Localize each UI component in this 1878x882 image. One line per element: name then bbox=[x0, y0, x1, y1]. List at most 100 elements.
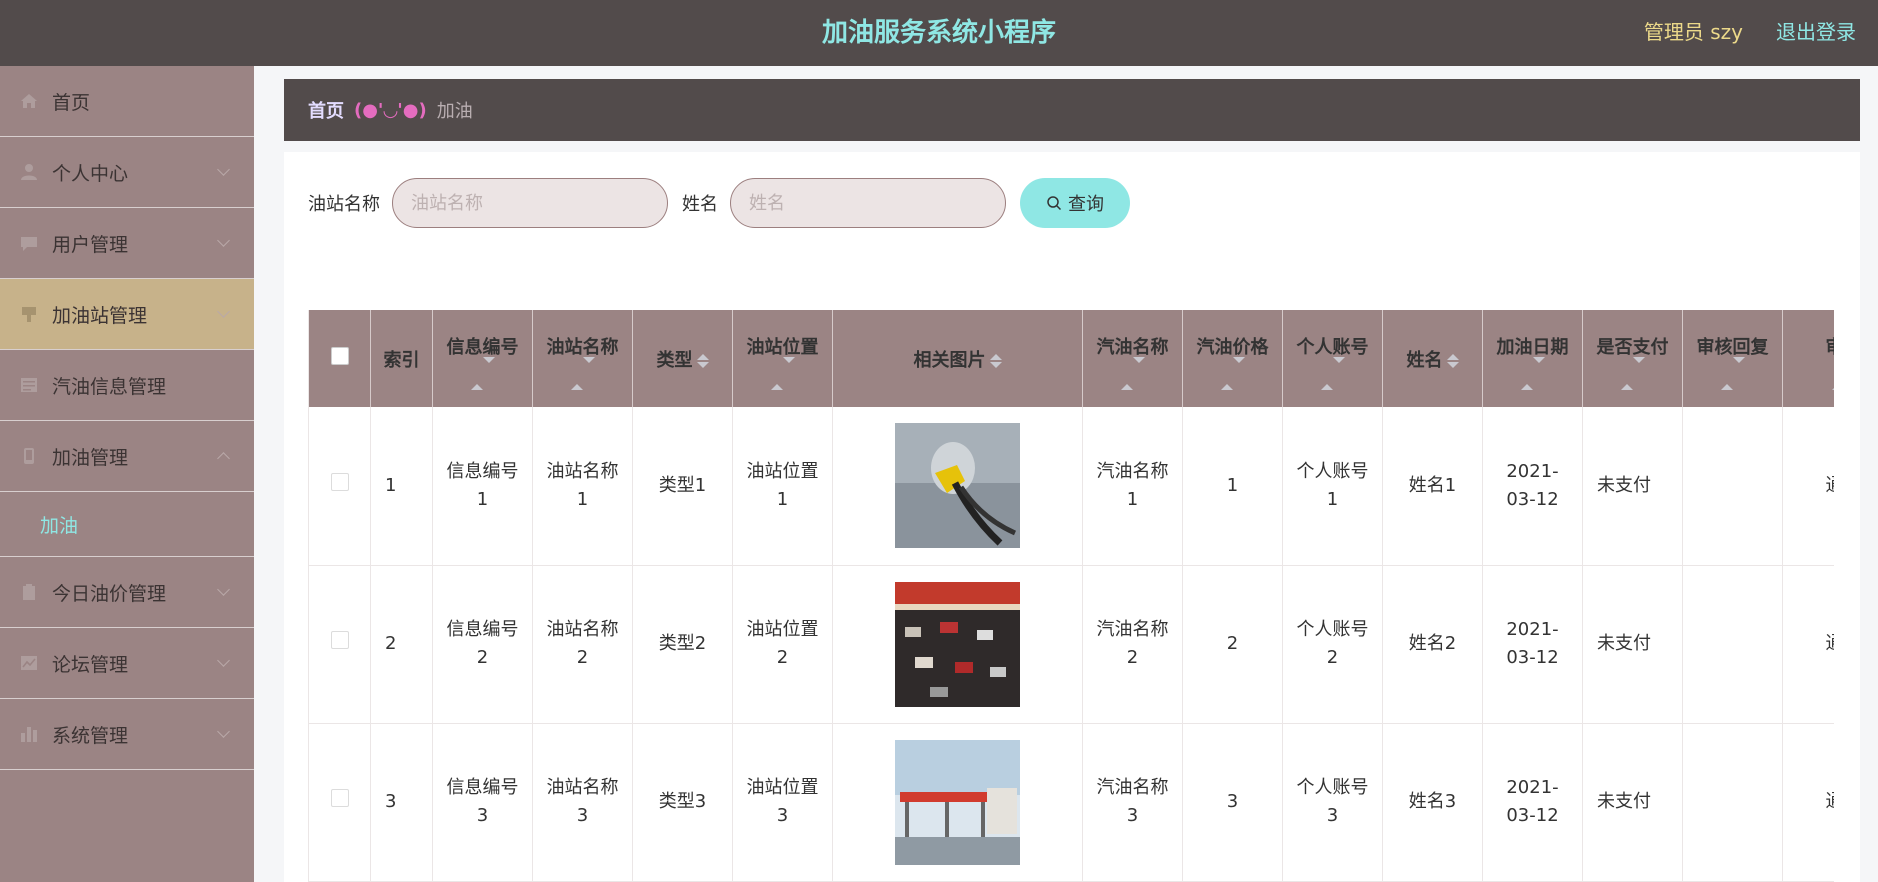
cell-type: 类型2 bbox=[632, 565, 733, 724]
logout-link[interactable]: 退出登录 bbox=[1776, 16, 1856, 45]
sort-icon[interactable] bbox=[1487, 357, 1578, 390]
cell-info-no: 信息编号2 bbox=[432, 565, 533, 724]
column-header[interactable]: 个人账号 bbox=[1282, 310, 1383, 407]
column-header[interactable]: 类型 bbox=[632, 310, 733, 407]
sort-icon[interactable] bbox=[1787, 363, 1834, 390]
cell-account: 个人账号2 bbox=[1282, 565, 1383, 724]
cell-account: 个人账号1 bbox=[1282, 407, 1383, 566]
cell-name: 姓名1 bbox=[1382, 407, 1483, 566]
breadcrumb: 首页 (●'◡'●) 加油 bbox=[284, 79, 1860, 141]
cell-date: 2021-03-12 bbox=[1482, 407, 1583, 566]
app-title: 加油服务系统小程序 bbox=[821, 18, 1056, 48]
cell-reply bbox=[1682, 565, 1783, 724]
sidebar-item-label: 今日油价管理 bbox=[52, 582, 167, 605]
cell-station: 油站名称1 bbox=[532, 407, 633, 566]
cell-index: 2 bbox=[370, 565, 433, 724]
cell-type: 类型1 bbox=[632, 407, 733, 566]
column-header[interactable]: 油站位置 bbox=[732, 310, 833, 407]
cell-info-no: 信息编号1 bbox=[432, 407, 533, 566]
table-row: 1 信息编号1 油站名称1 类型1 油站位置1 汽油名称1 1 个人账号1 姓名… bbox=[308, 407, 1834, 566]
cell-price: 2 bbox=[1182, 565, 1283, 724]
sidebar-subitem-refuel[interactable]: 加油 bbox=[0, 492, 254, 557]
column-header: 索引 bbox=[370, 310, 433, 407]
name-label: 姓名 bbox=[682, 194, 718, 215]
cell-account: 个人账号3 bbox=[1282, 723, 1383, 882]
night-station-photo[interactable] bbox=[895, 581, 1020, 707]
sort-icon[interactable] bbox=[989, 353, 1002, 368]
cell-reply bbox=[1682, 407, 1783, 566]
phone-icon bbox=[20, 447, 38, 465]
chart-icon bbox=[20, 654, 38, 672]
cell-date: 2021-03-12 bbox=[1482, 565, 1583, 724]
sidebar-item-label: 汽油信息管理 bbox=[52, 375, 167, 398]
column-header[interactable]: 汽油价格 bbox=[1182, 310, 1283, 407]
select-all-checkbox[interactable] bbox=[330, 347, 349, 365]
sort-icon[interactable] bbox=[537, 357, 628, 390]
search-button[interactable]: 查询 bbox=[1020, 178, 1130, 228]
sort-icon[interactable] bbox=[1087, 357, 1178, 390]
column-header[interactable]: 姓名 bbox=[1382, 310, 1483, 407]
sidebar-item-system-management[interactable]: 系统管理 bbox=[0, 699, 254, 770]
station-exterior-photo[interactable] bbox=[895, 739, 1020, 865]
column-header[interactable]: 审核回复 bbox=[1682, 310, 1783, 407]
cell-index: 1 bbox=[370, 407, 433, 566]
column-header[interactable]: 审核 bbox=[1782, 310, 1834, 407]
sidebar-item-today-price-management[interactable]: 今日油价管理 bbox=[0, 557, 254, 628]
top-bar: 加油服务系统小程序 管理员 szy 退出登录 bbox=[0, 0, 1878, 66]
station-icon bbox=[20, 305, 38, 323]
row-checkbox[interactable] bbox=[330, 789, 349, 807]
sidebar-item-station-management[interactable]: 加油站管理 bbox=[0, 279, 254, 350]
column-header[interactable]: 信息编号 bbox=[432, 310, 533, 407]
cell-paid: 未支付 bbox=[1582, 565, 1683, 724]
cell-review: 通过 bbox=[1782, 407, 1834, 566]
chevron-down-icon bbox=[217, 725, 230, 738]
sort-icon[interactable] bbox=[1446, 353, 1459, 368]
name-input[interactable] bbox=[730, 178, 1006, 228]
cell-reply bbox=[1682, 723, 1783, 882]
clipboard-icon bbox=[20, 583, 38, 601]
sort-icon[interactable] bbox=[1687, 357, 1778, 390]
sort-icon[interactable] bbox=[737, 357, 828, 390]
cell-paid: 未支付 bbox=[1582, 723, 1683, 882]
sidebar-item-forum-management[interactable]: 论坛管理 bbox=[0, 628, 254, 699]
sort-icon[interactable] bbox=[437, 357, 528, 390]
fuel-nozzle-photo[interactable] bbox=[895, 423, 1020, 549]
sidebar-item-gas-info-management[interactable]: 汽油信息管理 bbox=[0, 350, 254, 421]
column-header[interactable]: 加油日期 bbox=[1482, 310, 1583, 407]
cell-location: 油站位置2 bbox=[732, 565, 833, 724]
column-header[interactable]: 汽油名称 bbox=[1082, 310, 1183, 407]
sort-icon[interactable] bbox=[1287, 357, 1378, 390]
breadcrumb-home[interactable]: 首页 bbox=[308, 97, 344, 123]
cell-image bbox=[832, 565, 1083, 724]
chevron-down-icon bbox=[217, 234, 230, 247]
column-header[interactable]: 是否支付 bbox=[1582, 310, 1683, 407]
row-checkbox[interactable] bbox=[330, 472, 349, 491]
cell-type: 类型3 bbox=[632, 723, 733, 882]
sidebar: 首页 个人中心 用户管理 加油站管理 汽油信息管理 加油管理 加油 今日油价管理… bbox=[0, 66, 254, 882]
sidebar-item-home[interactable]: 首页 bbox=[0, 66, 254, 137]
row-checkbox[interactable] bbox=[330, 631, 349, 649]
chat-icon bbox=[20, 234, 38, 252]
sort-icon[interactable] bbox=[1587, 357, 1678, 390]
sidebar-item-refuel-management[interactable]: 加油管理 bbox=[0, 421, 254, 492]
sidebar-item-label: 用户管理 bbox=[52, 233, 129, 256]
cell-station: 油站名称2 bbox=[532, 565, 633, 724]
cell-gas-name: 汽油名称2 bbox=[1082, 565, 1183, 724]
chevron-up-icon bbox=[217, 452, 230, 465]
cell-review: 通过 bbox=[1782, 723, 1834, 882]
cell-index: 3 bbox=[370, 723, 433, 882]
column-header[interactable]: 油站名称 bbox=[532, 310, 633, 407]
column-header[interactable]: 相关图片 bbox=[832, 310, 1083, 407]
cell-location: 油站位置3 bbox=[732, 723, 833, 882]
sort-icon[interactable] bbox=[696, 353, 709, 368]
station-name-input[interactable] bbox=[392, 178, 668, 228]
cell-image bbox=[832, 723, 1083, 882]
sidebar-item-label: 加油管理 bbox=[52, 446, 129, 469]
sidebar-item-label: 系统管理 bbox=[52, 724, 129, 747]
chevron-down-icon bbox=[217, 305, 230, 318]
sidebar-item-label: 首页 bbox=[52, 91, 91, 114]
search-form: 油站名称 姓名 查询 bbox=[308, 178, 1130, 228]
sidebar-item-personal-center[interactable]: 个人中心 bbox=[0, 137, 254, 208]
sidebar-item-user-management[interactable]: 用户管理 bbox=[0, 208, 254, 279]
sort-icon[interactable] bbox=[1187, 357, 1278, 390]
